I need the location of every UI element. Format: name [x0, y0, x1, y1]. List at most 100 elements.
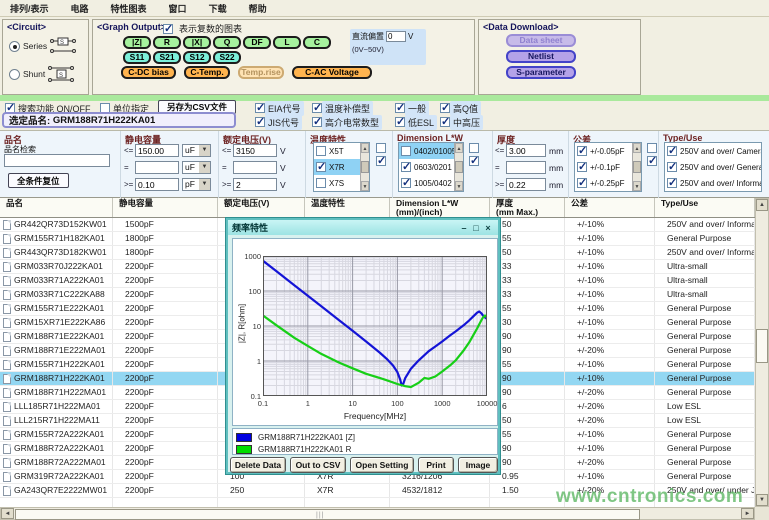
scroll-thumb[interactable]	[455, 161, 463, 173]
column-header[interactable]: Type/Use	[655, 198, 755, 217]
low-esl-checkbox[interactable]	[395, 117, 405, 127]
column-header[interactable]: 品名	[0, 198, 113, 217]
eia-option[interactable]: EIA代号	[255, 102, 304, 114]
tolerance-listbox[interactable]: +/-0.05pF+/-0.1pF+/-0.25pF▲▼	[574, 142, 642, 192]
horizontal-scrollbar[interactable]: ◄ ||| ►	[0, 507, 755, 520]
tolerance-all-on-checkbox[interactable]	[647, 156, 657, 166]
param-button-7[interactable]: C	[303, 36, 331, 49]
low-esl-option[interactable]: 低ESL	[395, 116, 437, 128]
menu-item[interactable]: 下载	[209, 2, 227, 15]
delete-data-button[interactable]: Delete Data	[230, 457, 286, 473]
column-header[interactable]: 厚度(mm Max.)	[490, 198, 565, 217]
vertical-scroll-thumb[interactable]	[756, 329, 768, 363]
list-scrollbar[interactable]: ▲▼	[360, 143, 369, 191]
scroll-up-icon[interactable]: ▲	[361, 143, 369, 153]
column-header[interactable]: 温度特性	[305, 198, 390, 217]
multi-graph-option[interactable]: 表示复数的图表	[163, 22, 242, 35]
list-item[interactable]: 250V and over/ General	[665, 159, 761, 175]
sparam-button-s12[interactable]: S12	[183, 51, 211, 64]
list-scrollbar[interactable]: ▲▼	[454, 143, 463, 191]
temp-all-off-checkbox[interactable]	[376, 143, 386, 153]
maximize-icon[interactable]: □	[470, 223, 482, 233]
type-use-listbox[interactable]: 250V and over/ Camera250V and over/ Gene…	[664, 142, 762, 192]
voltage-max-input[interactable]	[233, 144, 277, 157]
column-header[interactable]: 额定电压(V)	[218, 198, 305, 217]
list-item[interactable]: X7R	[314, 159, 360, 175]
tolerance-all-off-checkbox[interactable]	[647, 143, 657, 153]
condition-button-2[interactable]: C-Temp.	[184, 66, 230, 79]
checkbox[interactable]	[577, 162, 587, 172]
capacitance-max-input[interactable]	[135, 144, 179, 157]
dc-bias-input[interactable]	[386, 31, 406, 42]
chevron-down-icon[interactable]: ▼	[199, 162, 210, 173]
voltage-eq-input[interactable]	[233, 161, 277, 174]
checkbox[interactable]	[401, 178, 411, 188]
eia-checkbox[interactable]	[255, 103, 265, 113]
menu-item[interactable]: 电路	[71, 2, 89, 15]
series-radio[interactable]	[9, 41, 20, 52]
temp-char-listbox[interactable]: X5TX7RX7S▲▼	[313, 142, 370, 192]
minimize-icon[interactable]: –	[458, 223, 470, 233]
checkbox[interactable]	[667, 178, 677, 188]
menu-item[interactable]: 排列/表示	[10, 2, 49, 15]
sparam-button-s22[interactable]: S22	[213, 51, 241, 64]
scroll-thumb[interactable]	[361, 161, 369, 173]
chevron-down-icon[interactable]: ▼	[199, 179, 210, 190]
download-s-parameter-button[interactable]: S-parameter	[506, 66, 576, 79]
param-button-5[interactable]: DF	[243, 36, 271, 49]
checkbox[interactable]	[401, 162, 411, 172]
param-button-3[interactable]: |X|	[183, 36, 211, 49]
scroll-right-icon[interactable]: ►	[741, 508, 754, 519]
checkbox[interactable]	[401, 146, 411, 156]
image-button[interactable]: Image	[458, 457, 498, 473]
scroll-down-icon[interactable]: ▼	[455, 181, 463, 191]
param-button-6[interactable]: L	[273, 36, 301, 49]
capacitance-min-input[interactable]	[135, 178, 179, 191]
scroll-down-icon[interactable]: ▼	[361, 181, 369, 191]
condition-button-4[interactable]: C-AC Voltage	[292, 66, 372, 79]
chevron-down-icon[interactable]: ▼	[199, 145, 210, 156]
download-data-sheet-button[interactable]: Data sheet	[506, 34, 576, 47]
shunt-radio[interactable]	[9, 69, 20, 80]
close-icon[interactable]: ×	[482, 223, 494, 233]
jis-option[interactable]: JIS代号	[255, 116, 302, 128]
checkbox[interactable]	[667, 162, 677, 172]
scroll-down-icon[interactable]: ▼	[633, 181, 641, 191]
param-button-1[interactable]: |Z|	[123, 36, 151, 49]
scroll-left-icon[interactable]: ◄	[1, 508, 14, 519]
dimension-listbox[interactable]: 0402/010050603/02011005/0402▲▼	[398, 142, 464, 192]
list-item[interactable]: 0402/01005	[399, 143, 454, 159]
checkbox[interactable]	[316, 146, 326, 156]
thickness-min-input[interactable]	[506, 178, 546, 191]
dimension-all-on-checkbox[interactable]	[469, 156, 479, 166]
list-scrollbar[interactable]: ▲▼	[632, 143, 641, 191]
part-search-input[interactable]	[4, 154, 110, 167]
condition-button-1[interactable]: C-DC bias	[121, 66, 176, 79]
list-item[interactable]: 250V and over/ Informat	[665, 175, 761, 191]
dimension-all-off-checkbox[interactable]	[469, 143, 479, 153]
menu-item[interactable]: 窗口	[169, 2, 187, 15]
capacitance-min-unit-select[interactable]: pF▼	[182, 178, 211, 191]
column-header[interactable]: 静电容量	[113, 198, 218, 217]
out-to-csv-button[interactable]: Out to CSV	[290, 457, 346, 473]
vertical-scrollbar[interactable]: ▲ ▼	[755, 198, 769, 507]
open-setting-button[interactable]: Open Setting	[350, 457, 414, 473]
temp-all-on-checkbox[interactable]	[376, 156, 386, 166]
high-q-checkbox[interactable]	[440, 103, 450, 113]
thickness-max-input[interactable]	[506, 144, 546, 157]
scroll-up-icon[interactable]: ▲	[633, 143, 641, 153]
column-header[interactable]: Dimension L*W(mm)/(inch)	[390, 198, 490, 217]
high-k-option[interactable]: 高介电常数型	[312, 116, 382, 128]
download-netlist-button[interactable]: Netlist	[506, 50, 576, 63]
param-button-2[interactable]: R	[153, 36, 181, 49]
print-button[interactable]: Print	[418, 457, 454, 473]
jis-checkbox[interactable]	[255, 117, 265, 127]
list-item[interactable]: 1005/0402	[399, 175, 454, 191]
param-button-4[interactable]: Q	[213, 36, 241, 49]
sparam-button-s11[interactable]: S11	[123, 51, 151, 64]
horizontal-scroll-thumb[interactable]: |||	[15, 509, 640, 520]
reset-all-button[interactable]: 全条件复位	[8, 173, 69, 188]
temp-comp-checkbox[interactable]	[312, 103, 322, 113]
list-item[interactable]: X5T	[314, 143, 360, 159]
menu-item[interactable]: 特性图表	[111, 2, 147, 15]
